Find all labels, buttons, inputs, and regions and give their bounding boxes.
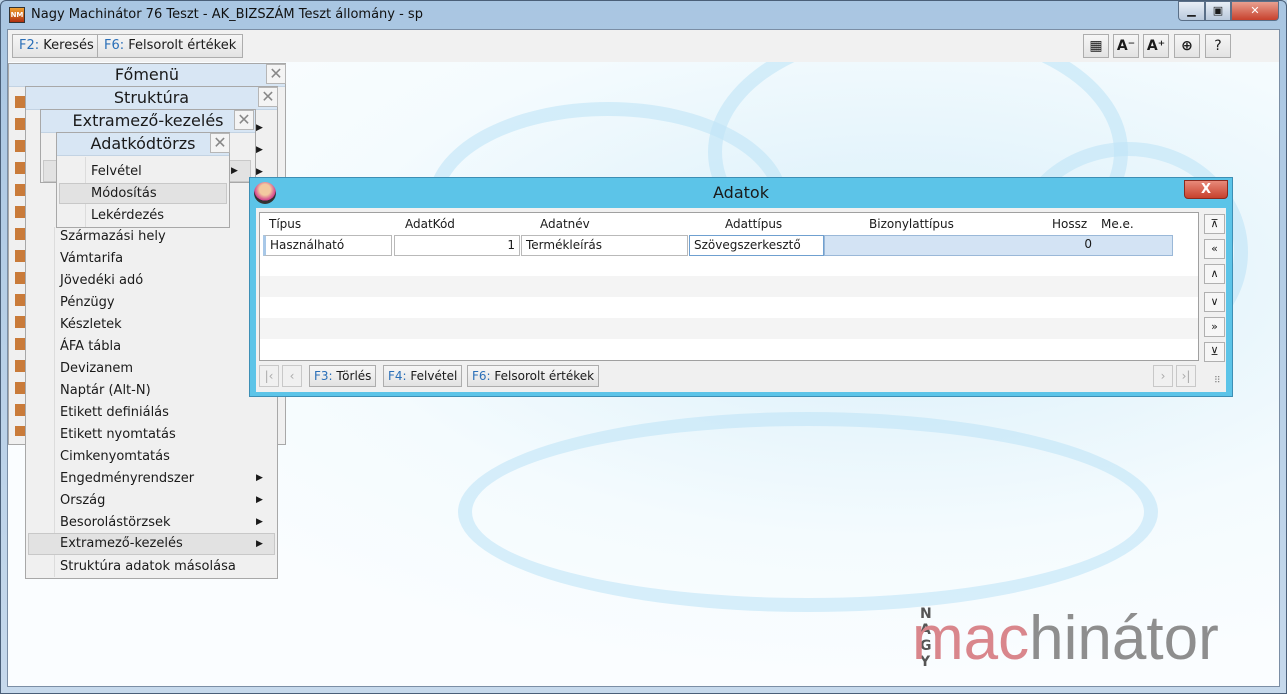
menu-item[interactable]: Engedményrendszer [60,468,194,490]
cell-adatnev[interactable]: Termékleírás [521,235,688,256]
submenu-arrow-icon: ▶ [231,166,238,176]
dialog-title: Adatok [713,183,769,202]
list-values-button[interactable]: F6: Felsorolt értékek [467,365,600,387]
close-icon[interactable]: ✕ [266,64,286,84]
dialog-body: Típus AdatKód Adatnév Adattípus Bizonyla… [256,208,1226,392]
delete-button[interactable]: F3: Törlés [309,365,377,387]
data-dialog: Adatok X Típus AdatKód Adatnév Adattípus… [249,177,1233,397]
window-title: Nagy Machinátor 76 Teszt - AK_BIZSZÁM Te… [31,7,423,22]
page-down-icon[interactable]: » [1204,317,1225,337]
logo-part2: hinátor [1029,604,1219,673]
submenu-arrow-icon: ▶ [256,517,263,527]
font-increase-icon[interactable]: A⁺ [1143,34,1169,58]
row-stripe [260,318,1198,339]
panel-title: Főmenü [9,64,285,87]
menu-item[interactable]: Cimkenyomtatás [60,446,170,468]
submenu-arrow-icon: ▶ [256,495,263,505]
list-values-button[interactable]: F6: Felsorolt értékek [97,34,244,58]
shortcut-key: F6: [472,369,491,383]
divider [54,227,55,577]
help-icon[interactable]: ? [1205,34,1231,58]
shortcut-key: F2: [19,38,40,53]
font-decrease-icon[interactable]: A⁻ [1113,34,1139,58]
data-grid: Típus AdatKód Adatnév Adattípus Bizonyla… [259,212,1199,361]
column-header[interactable]: AdatKód [405,217,455,231]
panel-title: Adatkódtörzs [57,133,229,156]
menu-item[interactable]: Készletek [60,314,122,336]
cell-tipus[interactable]: Használható [263,235,392,256]
last-page-icon[interactable]: ›| [1176,365,1196,387]
menu-item[interactable]: Származási hely [60,226,166,248]
column-header[interactable]: Me.e. [1101,217,1134,231]
column-header[interactable]: Bizonylattípus [869,217,954,231]
menu-item[interactable]: Pénzügy [60,292,115,314]
prev-page-icon[interactable]: ‹ [282,365,302,387]
shortcut-key: F6: [104,38,125,53]
data-code-menu-panel: Adatkódtörzs ✕ Felvétel ▶ Módosítás Leké… [56,132,238,228]
column-header[interactable]: Adatnév [540,217,590,231]
menu-item[interactable]: Devizanem [60,358,133,380]
close-icon[interactable]: ✕ [210,133,230,153]
logo-wordmark: machinátor [912,604,1219,674]
submenu-arrow-icon: ▶ [256,145,263,155]
first-page-icon[interactable]: |‹ [259,365,279,387]
minimize-button[interactable]: ▁ [1178,1,1205,21]
button-label: Felvétel [410,369,458,383]
cell-bizonylattipus[interactable] [824,235,1173,256]
column-header[interactable]: Típus [269,217,301,231]
lifebuoy-icon[interactable]: ⊕ [1174,34,1200,58]
submenu-arrow-icon: ▶ [256,473,263,483]
column-header[interactable]: Hossz [1052,217,1087,231]
cell-adatkod[interactable]: 1 [394,235,520,256]
shortcut-key: F4: [388,369,407,383]
submenu-arrow-icon: ▶ [256,123,263,133]
cell-adattipus[interactable]: Szövegszerkesztő [689,235,824,256]
close-dialog-button[interactable]: X [1184,180,1228,199]
panel-title: Struktúra [26,87,277,110]
row-stripe [260,276,1198,297]
next-page-icon[interactable]: › [1153,365,1173,387]
menu-item[interactable]: Naptár (Alt-N) [60,380,151,402]
page-up-icon[interactable]: « [1204,239,1225,259]
button-label: Törlés [336,369,372,383]
close-icon[interactable]: ✕ [234,110,254,130]
button-label: Felsorolt értékek [494,369,595,383]
button-label: Keresés [43,38,94,53]
add-button[interactable]: F4: Felvétel [383,365,463,387]
menu-item-modositas[interactable]: Módosítás [91,183,157,205]
close-window-button[interactable]: ✕ [1231,1,1279,21]
menu-item-felvetel[interactable]: Felvétel [91,161,142,183]
menu-item[interactable]: ÁFA tábla [60,336,121,358]
resize-grip-icon[interactable]: ⠿ [1214,376,1221,386]
menu-item[interactable]: Etikett definiálás [60,402,169,424]
row-up-icon[interactable]: ∧ [1204,264,1225,284]
shortcut-key: F3: [314,369,333,383]
menu-item[interactable]: Struktúra adatok másolása [60,556,236,578]
app-icon: NM [9,7,25,23]
submenu-arrow-icon: ▶ [256,167,263,177]
menu-item[interactable]: Etikett nyomtatás [60,424,176,446]
cell-hossz[interactable]: 0 [1060,235,1096,256]
grid-icon[interactable]: ▦ [1083,34,1109,58]
menu-item-extramezo[interactable]: Extramező-kezelés [60,533,183,555]
close-icon[interactable]: ✕ [258,87,278,107]
logo-part1: mac [912,604,1030,673]
menu-item[interactable]: Vámtarifa [60,248,123,270]
panel-title: Extramező-kezelés [41,110,255,133]
first-row-icon[interactable]: ⊼ [1204,214,1225,234]
column-header[interactable]: Adattípus [725,217,782,231]
row-down-icon[interactable]: ∨ [1204,292,1225,312]
menu-item[interactable]: Besorolástörzsek [60,512,171,534]
menu-item[interactable]: Jövedéki adó [60,270,143,292]
maximize-button[interactable]: ▣ [1205,1,1231,21]
menu-item-lekerdezes[interactable]: Lekérdezés [91,205,164,227]
last-row-icon[interactable]: ⊻ [1204,342,1225,362]
button-label: Felsorolt értékek [128,38,237,53]
submenu-arrow-icon: ▶ [256,539,263,549]
decoration [458,412,1158,612]
menu-item[interactable]: Ország [60,490,105,512]
search-button[interactable]: F2: Keresés [12,34,101,58]
